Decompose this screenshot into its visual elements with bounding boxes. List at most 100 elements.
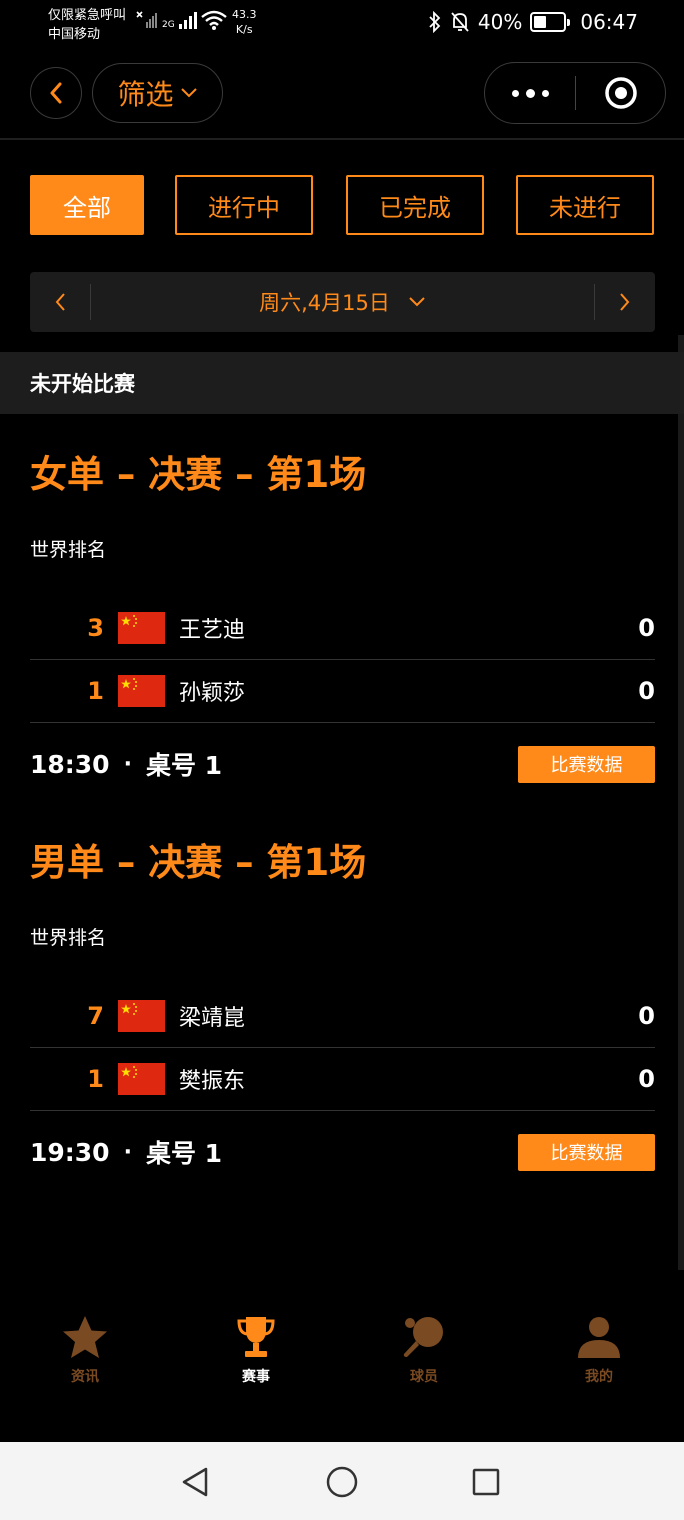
player-row[interactable]: 3 王艺迪 0 <box>30 597 655 660</box>
prev-day-button[interactable] <box>30 272 90 332</box>
status-bar: 仅限紧急呼叫 中国移动 2G 43.3 K/s 40% 06:47 <box>0 0 684 50</box>
tab-completed[interactable]: 已完成 <box>346 175 484 235</box>
player-score: 0 <box>638 614 655 642</box>
square-recents-icon <box>472 1468 500 1496</box>
status-tabs: 全部 进行中 已完成 未进行 <box>30 175 655 235</box>
world-rank-label: 世界排名 <box>30 539 107 561</box>
player-row[interactable]: 7 梁靖崑 0 <box>30 985 655 1048</box>
tab-players[interactable]: 球员 <box>369 1312 479 1386</box>
section-title: 未开始比赛 <box>30 372 135 396</box>
net-type: 2G <box>162 20 175 30</box>
carrier-name: 中国移动 <box>48 27 101 42</box>
tab-events[interactable]: 赛事 <box>201 1312 311 1386</box>
player-score: 0 <box>638 1002 655 1030</box>
player-rank: 1 <box>87 1065 104 1093</box>
match-card: 男单 – 决赛 – 第1场 世界排名 7 梁靖崑 0 1 樊振东 0 19:30… <box>30 833 655 1193</box>
net-speed-unit: K/s <box>235 23 253 36</box>
separator-dot: · <box>123 751 132 777</box>
match-card: 女单 – 决赛 – 第1场 世界排名 3 王艺迪 0 1 孙颖莎 0 18:30… <box>30 445 655 805</box>
section-header: 未开始比赛 <box>0 352 684 414</box>
system-home-button[interactable] <box>324 1464 360 1500</box>
chevron-left-icon <box>55 293 65 311</box>
status-right: 40% 06:47 <box>428 10 638 34</box>
player-rank: 3 <box>87 614 104 642</box>
player-name: 梁靖崑 <box>179 1006 246 1031</box>
more-dot-icon <box>525 88 535 98</box>
match-data-button[interactable]: 比赛数据 <box>518 1133 655 1171</box>
system-nav-bar <box>0 1442 684 1520</box>
player-row[interactable]: 1 孙颖莎 0 <box>30 660 655 723</box>
bottom-tab-bar: 资讯 赛事 球员 我的 <box>0 1300 684 1440</box>
signal-icons: 2G <box>136 10 227 30</box>
chevron-right-icon <box>620 293 630 311</box>
table-number: 桌号 1 <box>145 751 223 780</box>
match-time: 19:30 <box>30 1137 110 1167</box>
carrier-info: 仅限紧急呼叫 中国移动 <box>48 6 126 44</box>
filter-label: 筛选 <box>117 78 174 111</box>
triangle-back-icon <box>182 1467 208 1497</box>
nav-divider <box>0 138 684 140</box>
nav-bar: 筛选 <box>0 60 684 130</box>
net-speed-value: 43.3 <box>232 8 257 21</box>
signal-icon <box>178 12 197 29</box>
date-picker[interactable]: 周六,4月15日 <box>91 287 594 317</box>
match-data-button[interactable]: 比赛数据 <box>518 745 655 783</box>
circle-home-icon <box>326 1466 358 1498</box>
match-footer: 18:30 · 桌号 1 比赛数据 <box>30 723 655 805</box>
chevron-left-icon <box>50 82 62 104</box>
player-name: 孙颖莎 <box>179 681 246 706</box>
china-flag-icon <box>118 675 165 707</box>
player-name: 樊振东 <box>179 1069 246 1094</box>
player-list: 3 王艺迪 0 1 孙颖莎 0 <box>30 597 655 723</box>
tab-news[interactable]: 资讯 <box>30 1312 140 1386</box>
match-info: 18:30 · 桌号 1 <box>30 746 222 782</box>
tab-me-label: 我的 <box>585 1369 613 1385</box>
clock: 06:47 <box>580 10 638 34</box>
player-rank: 1 <box>87 677 104 705</box>
match-time: 18:30 <box>30 749 110 779</box>
close-miniprogram-button[interactable] <box>576 76 665 110</box>
china-flag-icon <box>118 612 165 644</box>
world-rank-label: 世界排名 <box>30 927 107 949</box>
tab-all[interactable]: 全部 <box>30 175 144 235</box>
system-back-button[interactable] <box>177 1464 213 1500</box>
more-button[interactable] <box>485 63 575 123</box>
player-row[interactable]: 1 樊振东 0 <box>30 1048 655 1111</box>
back-button[interactable] <box>30 67 82 119</box>
match-title: 女单 – 决赛 – 第1场 <box>30 453 367 496</box>
player-list: 7 梁靖崑 0 1 樊振东 0 <box>30 985 655 1111</box>
tab-me[interactable]: 我的 <box>544 1312 654 1386</box>
chevron-down-icon <box>180 88 197 98</box>
player-score: 0 <box>638 677 655 705</box>
china-flag-icon <box>118 1000 165 1032</box>
wifi-icon <box>200 10 227 30</box>
emergency-text: 仅限紧急呼叫 <box>48 8 127 23</box>
tab-players-label: 球员 <box>410 1369 438 1385</box>
player-score: 0 <box>638 1065 655 1093</box>
player-rank: 7 <box>87 1002 104 1030</box>
more-dot-icon <box>541 89 549 97</box>
net-speed: 43.3 K/s <box>232 7 257 37</box>
star-icon <box>63 1316 107 1358</box>
match-title: 男单 – 决赛 – 第1场 <box>30 841 367 884</box>
tab-news-label: 资讯 <box>71 1369 99 1385</box>
battery-icon <box>530 12 571 32</box>
china-flag-icon <box>118 1063 165 1095</box>
date-label: 周六,4月15日 <box>259 291 390 315</box>
bluetooth-icon <box>429 11 441 33</box>
system-recents-button[interactable] <box>468 1464 504 1500</box>
next-day-button[interactable] <box>595 272 655 332</box>
no-sim-signal-icon <box>136 11 157 28</box>
target-icon <box>604 77 637 109</box>
separator-dot: · <box>123 1139 132 1165</box>
tab-not-started[interactable]: 未进行 <box>516 175 654 235</box>
scrollbar[interactable] <box>678 335 684 1270</box>
tab-in-progress[interactable]: 进行中 <box>175 175 313 235</box>
table-number: 桌号 1 <box>145 1139 223 1168</box>
miniprogram-capsule <box>484 62 666 124</box>
user-icon <box>578 1317 620 1358</box>
battery-percent: 40% <box>477 10 523 34</box>
chevron-down-icon <box>409 297 425 307</box>
more-dot-icon <box>511 89 519 97</box>
filter-button[interactable]: 筛选 <box>92 63 223 123</box>
